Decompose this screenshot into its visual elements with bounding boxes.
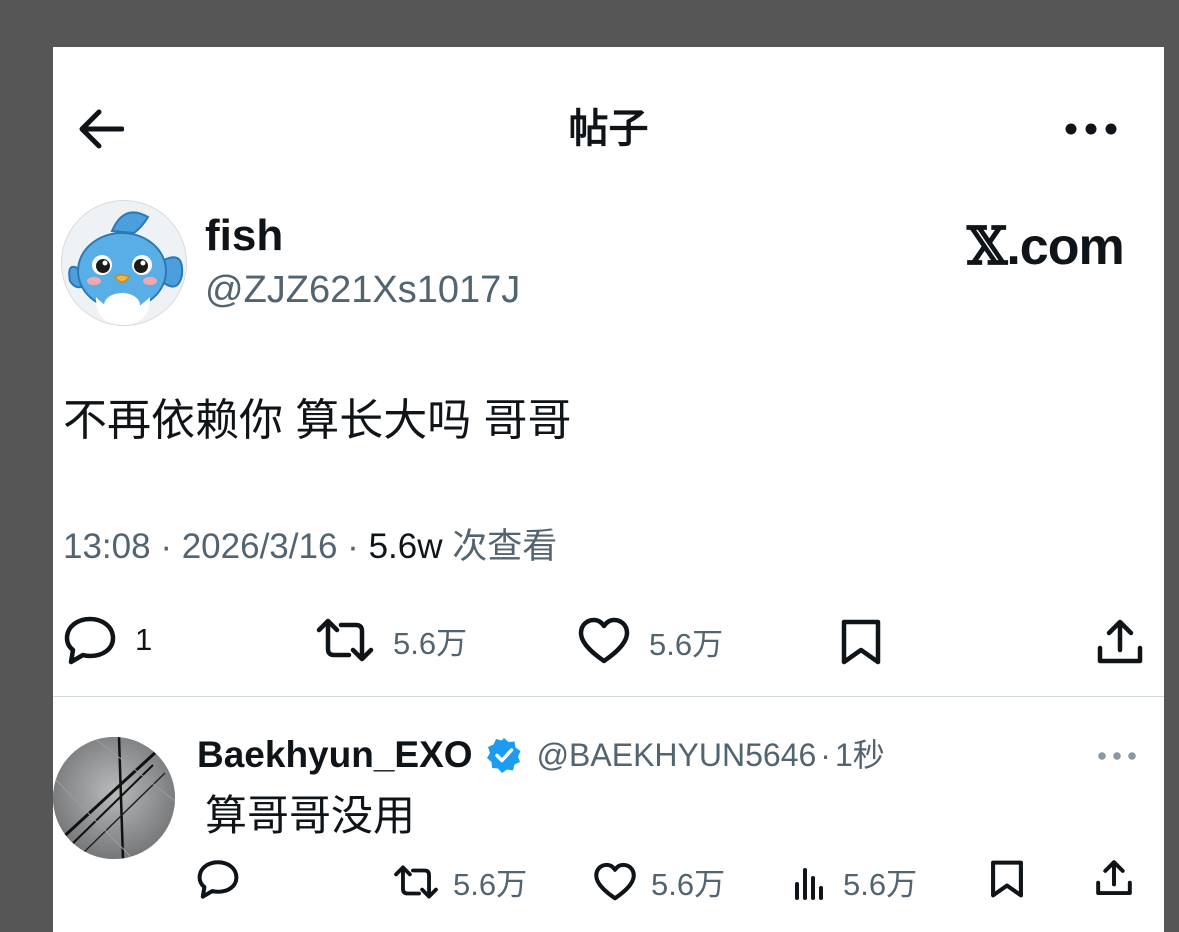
reply-share-button[interactable] bbox=[1095, 859, 1133, 897]
reply-like-button[interactable]: 5.6万 bbox=[593, 859, 725, 904]
bookmark-icon bbox=[991, 860, 1023, 898]
repost-icon bbox=[316, 618, 374, 662]
x-com-suffix: .com bbox=[1006, 218, 1124, 276]
reply-comment-button[interactable] bbox=[196, 859, 240, 899]
share-icon bbox=[1097, 619, 1143, 664]
reply-like-count: 5.6万 bbox=[651, 867, 726, 902]
more-options-button[interactable] bbox=[1061, 109, 1121, 149]
reply-handle: @BAEKHYUN5646 bbox=[536, 737, 817, 773]
views-count: 5.6w bbox=[368, 527, 443, 566]
repost-icon bbox=[394, 865, 438, 898]
post-date: 2026/3/16 bbox=[181, 527, 338, 566]
reply-time: 1秒 bbox=[834, 737, 885, 773]
repost-count: 5.6万 bbox=[393, 625, 468, 661]
reply-meta-separator: · bbox=[820, 737, 831, 773]
author-name[interactable]: fish bbox=[205, 210, 283, 262]
analytics-bar-icon bbox=[795, 867, 823, 900]
reply-button[interactable]: 1 bbox=[63, 615, 152, 665]
author-handle: @ZJZ621Xs1017J bbox=[205, 269, 521, 311]
reply-header: Baekhyun_EXO @BAEKHYUN5646 · 1秒 bbox=[197, 731, 885, 779]
reply-avatar-image bbox=[53, 737, 175, 859]
reply-count: 1 bbox=[135, 622, 153, 657]
more-horizontal-icon bbox=[1065, 123, 1117, 135]
meta-separator: · bbox=[160, 527, 172, 566]
meta-separator: · bbox=[347, 527, 359, 566]
page-title: 帖子 bbox=[568, 107, 649, 151]
views-label: 次查看 bbox=[452, 527, 558, 566]
post-text: 不再依赖你 算长大吗 哥哥 bbox=[63, 396, 572, 445]
reply-views-count: 5.6万 bbox=[843, 867, 918, 902]
post-detail-card: 帖子 fish @ZJZ621Xs1017J 𝕏.com 不再依赖你 算长大吗 … bbox=[53, 47, 1164, 932]
repost-button[interactable]: 5.6万 bbox=[315, 617, 467, 663]
comment-icon bbox=[64, 616, 116, 665]
bookmark-icon bbox=[841, 619, 881, 665]
like-count: 5.6万 bbox=[649, 626, 724, 662]
reply-more-button[interactable] bbox=[1089, 741, 1145, 771]
share-button[interactable] bbox=[1096, 618, 1144, 666]
reply-repost-button[interactable]: 5.6万 bbox=[393, 859, 527, 904]
heart-icon bbox=[578, 617, 630, 664]
heart-icon bbox=[594, 862, 636, 900]
x-logo: 𝕏 bbox=[967, 216, 1007, 277]
post-time: 13:08 bbox=[63, 527, 151, 566]
fish-avatar-image bbox=[62, 201, 186, 325]
reply-bookmark-button[interactable] bbox=[989, 859, 1025, 899]
reply-views-button[interactable]: 5.6万 bbox=[793, 859, 917, 904]
bookmark-button[interactable] bbox=[839, 618, 883, 666]
reply-avatar[interactable] bbox=[53, 737, 175, 859]
reply-repost-count: 5.6万 bbox=[453, 867, 528, 902]
author-avatar[interactable] bbox=[61, 200, 187, 326]
x-com-watermark: 𝕏.com bbox=[967, 216, 1125, 277]
reply-author-name[interactable]: Baekhyun_EXO bbox=[197, 731, 473, 779]
verified-badge-icon bbox=[486, 738, 521, 773]
share-icon bbox=[1096, 860, 1132, 896]
comment-icon bbox=[197, 860, 239, 899]
post-meta: 13:08 · 2026/3/16 · 5.6w 次查看 bbox=[63, 523, 557, 571]
reply-text: 算哥哥没用 bbox=[205, 792, 416, 839]
like-button[interactable]: 5.6万 bbox=[577, 617, 723, 665]
section-divider bbox=[53, 696, 1164, 697]
more-horizontal-icon bbox=[1098, 752, 1136, 760]
